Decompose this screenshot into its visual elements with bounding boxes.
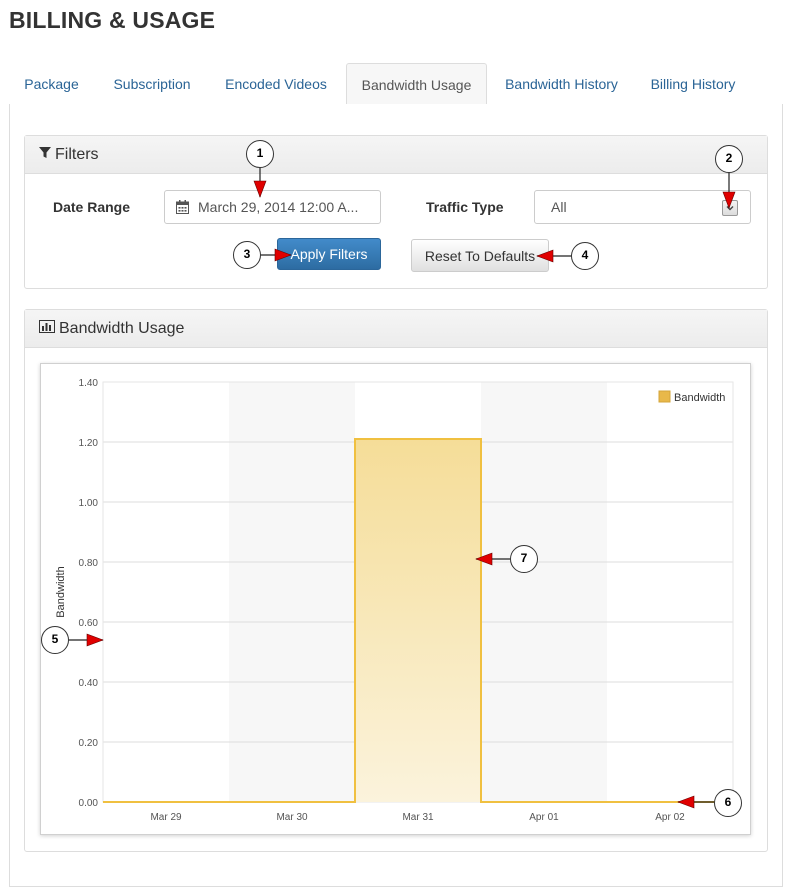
filter-icon [39,136,51,174]
date-range-value: March 29, 2014 12:00 A... [198,199,359,215]
chevron-down-icon[interactable] [722,200,738,216]
date-range-input[interactable]: March 29, 2014 12:00 A... [164,190,381,224]
filters-heading: Filters [25,136,767,174]
callout-1: 1 [246,140,274,168]
tab-bandwidth-usage[interactable]: Bandwidth Usage [346,63,487,105]
tab-bar: Package Subscription Encoded Videos Band… [9,63,783,105]
legend-label: Bandwidth [674,392,725,404]
tab-bandwidth-history[interactable]: Bandwidth History [490,63,633,105]
legend-swatch [658,390,671,403]
y-tick-label: 0.60 [79,618,99,629]
callout-2: 2 [715,145,743,173]
chart-band [481,382,607,802]
y-tick-label: 1.40 [79,378,99,389]
traffic-type-label: Traffic Type [426,199,504,215]
tab-package[interactable]: Package [9,63,94,105]
callout-6: 6 [714,789,742,817]
y-tick-label: 0.20 [79,738,99,749]
callout-5: 5 [41,626,69,654]
traffic-type-select[interactable]: All [534,190,751,224]
y-axis-label: Bandwidth [55,566,67,617]
y-tick-label: 1.20 [79,438,99,449]
x-tick-label: Apr 01 [529,812,559,823]
reset-to-defaults-button[interactable]: Reset To Defaults [411,239,549,272]
series-area [103,439,733,802]
callout-4: 4 [571,242,599,270]
callout-7: 7 [510,545,538,573]
x-tick-label: Mar 29 [150,812,182,823]
apply-filters-button[interactable]: Apply Filters [277,238,381,270]
tab-subscription[interactable]: Subscription [97,63,207,105]
y-tick-label: 0.00 [79,798,99,809]
x-tick-label: Mar 31 [402,812,434,823]
x-tick-label: Mar 30 [276,812,308,823]
callout-3: 3 [233,241,261,269]
tab-encoded-videos[interactable]: Encoded Videos [209,63,343,105]
tab-billing-history[interactable]: Billing History [636,63,750,105]
bandwidth-chart: 0.00 0.20 0.40 0.60 0.80 1.00 1.20 1.40 Mar 29 Ma… [40,363,751,835]
y-tick-label: 0.40 [79,678,99,689]
traffic-type-value: All [551,199,567,215]
bandwidth-usage-heading: Bandwidth Usage [25,310,767,348]
calendar-icon [176,200,189,217]
bandwidth-usage-heading-label: Bandwidth Usage [59,320,185,338]
bandwidth-chart-svg: 0.00 0.20 0.40 0.60 0.80 1.00 1.20 1.40 Mar 29 Ma… [55,378,734,823]
date-range-label: Date Range [53,199,131,215]
page-title: BILLING & USAGE [9,7,216,33]
y-tick-label: 0.80 [79,558,99,569]
y-tick-label: 1.00 [79,498,99,509]
filters-heading-label: Filters [55,146,99,164]
bar-chart-icon [39,310,55,348]
chart-band [229,382,355,802]
x-tick-label: Apr 02 [655,812,685,823]
